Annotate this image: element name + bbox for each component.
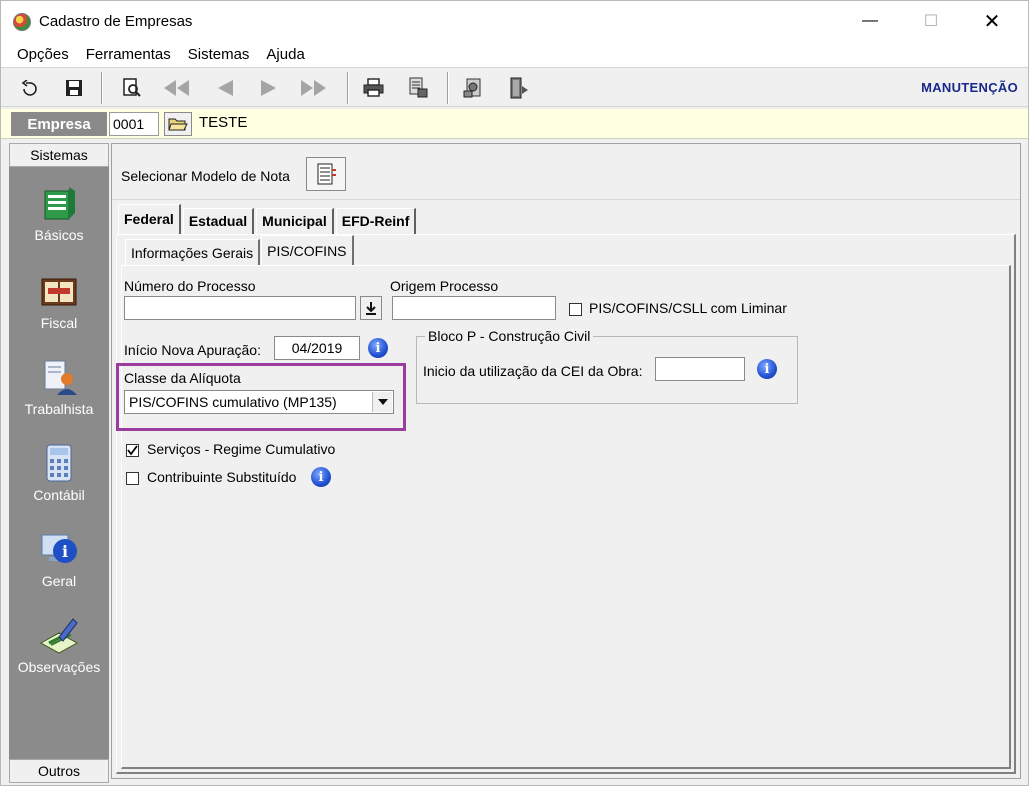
sidebar-item-fiscal[interactable]: Fiscal: [9, 271, 109, 353]
title-bar: Cadastro de Empresas — ☐ ✕: [1, 1, 1028, 41]
basicos-icon: [44, 187, 75, 220]
toolbar-separator: [101, 72, 103, 104]
download-arrow-icon[interactable]: [360, 296, 382, 320]
sidebar-item-label: Básicos: [34, 227, 84, 243]
toolbar-separator: [447, 72, 449, 104]
liminar-checkbox[interactable]: [569, 303, 582, 316]
empresa-name: TESTE: [199, 114, 248, 131]
sidebar-footer[interactable]: Outros: [9, 759, 109, 783]
sidebar-item-label: Observações: [17, 659, 101, 675]
toolbar: MANUTENÇÃO: [1, 67, 1028, 107]
main-panel: Selecionar Modelo de Nota Federal Estadu…: [111, 143, 1021, 779]
select-model-button[interactable]: [306, 157, 346, 191]
fiscal-icon: [41, 278, 77, 306]
sidebar-item-geral[interactable]: i Geral: [9, 529, 109, 611]
tax-tabs: Federal Estadual Municipal EFD-Reinf: [118, 204, 418, 234]
exit-door-icon[interactable]: [503, 74, 533, 102]
open-folder-icon[interactable]: [164, 112, 192, 136]
sidebar-item-label: Fiscal: [40, 315, 78, 331]
empresa-label: Empresa: [11, 112, 107, 136]
trabalhista-icon: [44, 360, 77, 395]
sidebar-header[interactable]: Sistemas: [9, 143, 109, 167]
bloco-p-group: Bloco P - Construção Civil Inicio da uti…: [416, 328, 798, 404]
info-icon[interactable]: i: [757, 359, 777, 379]
save-icon[interactable]: [59, 74, 89, 102]
liminar-label: PIS/COFINS/CSLL com Liminar: [589, 300, 787, 316]
sidebar-item-basicos[interactable]: Básicos: [9, 183, 109, 265]
pis-cofins-panel: Número do Processo Origem Processo PIS/C…: [116, 265, 1011, 769]
menu-ferramentas[interactable]: Ferramentas: [78, 46, 180, 63]
main-window: Cadastro de Empresas — ☐ ✕ Opções Ferram…: [0, 0, 1029, 786]
numero-processo-field[interactable]: [124, 296, 356, 320]
pen-notes-icon: [39, 618, 79, 654]
modelo-nota-section: Selecionar Modelo de Nota: [112, 144, 1020, 200]
tab-efd-reinf[interactable]: EFD-Reinf: [335, 208, 417, 234]
preview-icon[interactable]: [117, 74, 147, 102]
federal-tab-panel: Informações Gerais PIS/COFINS Número do …: [116, 234, 1016, 774]
contribuinte-label: Contribuinte Substituído: [147, 469, 297, 485]
sidebar-item-label: Geral: [41, 573, 77, 589]
classe-aliquota-select[interactable]: PIS/COFINS cumulativo (MP135): [124, 390, 394, 414]
menu-bar: Opções Ferramentas Sistemas Ajuda: [1, 41, 1028, 67]
menu-opcoes[interactable]: Opções: [9, 46, 78, 63]
menu-ajuda[interactable]: Ajuda: [258, 46, 313, 63]
print-icon[interactable]: [359, 74, 389, 102]
mode-label: MANUTENÇÃO: [921, 80, 1018, 95]
last-record-icon[interactable]: [299, 74, 329, 102]
tab-federal[interactable]: Federal: [118, 204, 181, 234]
undo-icon[interactable]: [15, 74, 45, 102]
classe-aliquota-value: PIS/COFINS cumulativo (MP135): [129, 394, 337, 410]
origem-processo-field[interactable]: [392, 296, 556, 320]
minimize-button[interactable]: —: [847, 1, 893, 41]
bloco-p-title: Bloco P - Construção Civil: [425, 328, 594, 344]
inicio-cei-label: Inicio da utilização da CEI da Obra:: [423, 363, 643, 379]
origem-processo-label: Origem Processo: [390, 278, 499, 294]
numero-processo-label: Número do Processo: [124, 278, 256, 294]
sidebar-item-label: Contábil: [33, 487, 85, 503]
tab-municipal[interactable]: Municipal: [256, 208, 334, 234]
tab-estadual[interactable]: Estadual: [182, 208, 255, 234]
previous-record-icon[interactable]: [209, 74, 239, 102]
maximize-button[interactable]: ☐: [908, 1, 954, 41]
inicio-apuracao-label: Início Nova Apuração:: [124, 342, 261, 358]
window-title: Cadastro de Empresas: [39, 13, 193, 30]
empresa-bar: Empresa 0001 TESTE: [1, 109, 1028, 139]
servicos-checkbox[interactable]: [126, 444, 139, 457]
document-list-icon: [317, 163, 336, 185]
sidebar-item-trabalhista[interactable]: Trabalhista: [9, 357, 109, 439]
toolbar-separator: [347, 72, 349, 104]
info-icon[interactable]: i: [311, 467, 331, 487]
menu-sistemas[interactable]: Sistemas: [180, 46, 259, 63]
sidebar-item-observacoes[interactable]: Observações: [9, 615, 109, 697]
close-button[interactable]: ✕: [969, 1, 1015, 41]
info-icon[interactable]: i: [368, 338, 388, 358]
report-icon[interactable]: [403, 74, 433, 102]
first-record-icon[interactable]: [161, 74, 191, 102]
tools-icon[interactable]: [459, 74, 489, 102]
sidebar-item-contabil[interactable]: Contábil: [9, 443, 109, 525]
svg-text:i: i: [62, 542, 68, 561]
sidebar: Sistemas Básicos Fiscal Trabalhista Cont…: [9, 143, 109, 783]
tab-pis-cofins[interactable]: PIS/COFINS: [261, 235, 354, 265]
classe-aliquota-label: Classe da Alíquota: [124, 370, 241, 386]
sidebar-item-label: Trabalhista: [24, 401, 94, 417]
app-logo-icon: [13, 13, 31, 31]
empresa-code-field[interactable]: 0001: [109, 112, 159, 136]
chevron-down-icon[interactable]: [372, 392, 392, 412]
servicos-label: Serviços - Regime Cumulativo: [147, 441, 336, 457]
inicio-cei-field[interactable]: [655, 357, 745, 381]
tab-informacoes-gerais[interactable]: Informações Gerais: [125, 239, 261, 265]
federal-subtabs: Informações Gerais PIS/COFINS: [125, 235, 355, 265]
next-record-icon[interactable]: [255, 74, 285, 102]
inicio-apuracao-field[interactable]: 04/2019: [274, 336, 360, 360]
calculator-icon: [46, 444, 72, 482]
contribuinte-checkbox[interactable]: [126, 472, 139, 485]
info-computer-icon: i: [41, 534, 77, 563]
modelo-nota-label: Selecionar Modelo de Nota: [121, 168, 290, 184]
